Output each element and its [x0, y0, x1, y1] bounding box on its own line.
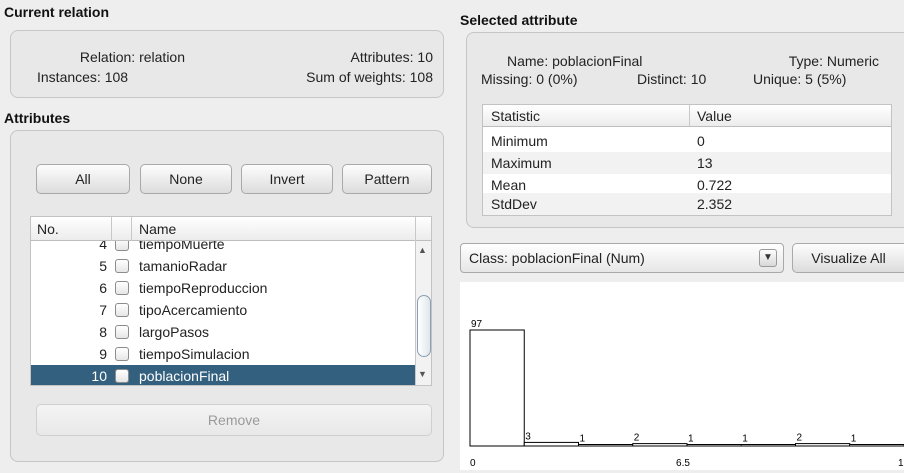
attribute-name-label: Name: — [507, 53, 549, 69]
row-number: 10 — [91, 368, 107, 384]
missing-label: Missing: — [481, 71, 533, 87]
relation-label: Relation: — [79, 49, 136, 65]
missing-value: 0 (0%) — [536, 71, 578, 87]
row-name: tiempoReproduccion — [139, 280, 268, 296]
histogram-axis-label: 0 — [470, 458, 476, 469]
histogram-bar-label: 2 — [634, 433, 640, 444]
row-checkbox[interactable] — [115, 259, 129, 273]
attributes-table: No. Name 4 tiempoMuerte 5 tamanioRadar 6… — [30, 216, 432, 386]
histogram-axis-label: 13 — [898, 458, 904, 469]
stats-header: Statistic Value — [483, 105, 891, 127]
histogram-bar-label: 97 — [471, 319, 483, 330]
attributes-title: Attributes — [4, 110, 71, 126]
sum-weights-label: Sum of weights: — [306, 69, 406, 85]
stat-name: StdDev — [491, 196, 537, 212]
histogram-bar-label: 2 — [797, 433, 803, 444]
row-name: poblacionFinal — [139, 368, 230, 384]
row-name: tiempoSimulacion — [139, 346, 250, 362]
histogram-chart: 97 3 1 2 1 1 2 1 0 6.5 13 — [469, 319, 904, 469]
histogram-bar-label: 1 — [580, 434, 586, 445]
table-row[interactable]: 6 tiempoReproduccion — [31, 277, 431, 299]
row-name: largoPasos — [139, 324, 210, 340]
scrollbar-thumb[interactable] — [417, 295, 431, 357]
row-number: 8 — [99, 324, 107, 340]
class-select[interactable]: Class: poblacionFinal (Num) ▼ — [460, 243, 784, 273]
histogram-bar-label: 1 — [851, 434, 857, 445]
attribute-name-value: poblacionFinal — [552, 53, 643, 69]
stats-row[interactable]: StdDev 2.352 — [483, 193, 891, 215]
histogram-panel: 97 3 1 2 1 1 2 1 0 6.5 13 — [460, 282, 904, 470]
attribute-type-label: Type: — [788, 53, 823, 69]
table-row[interactable]: 7 tipoAcercamiento — [31, 299, 431, 321]
stat-value: 0 — [697, 133, 705, 149]
table-row[interactable]: 8 largoPasos — [31, 321, 431, 343]
histogram-bar-label: 3 — [525, 431, 531, 442]
histogram-axis-label: 6.5 — [676, 458, 690, 469]
stat-value: 2.352 — [697, 196, 733, 212]
attributes-label: Attributes: — [350, 49, 414, 65]
table-row-selected[interactable]: 10 poblacionFinal — [31, 365, 415, 385]
current-relation-title: Current relation — [4, 4, 110, 20]
invert-selection-button[interactable]: Invert — [241, 164, 333, 194]
histogram-bar-label: 1 — [742, 434, 748, 445]
table-row[interactable]: 9 tiempoSimulacion — [31, 343, 431, 365]
table-scrollbar[interactable]: ▲ ▼ — [415, 241, 431, 385]
histogram-bar — [523, 441, 579, 447]
remove-button[interactable]: Remove — [36, 404, 432, 436]
stats-header-statistic[interactable]: Statistic — [491, 105, 540, 127]
distinct-label: Distinct: — [637, 71, 687, 87]
row-checkbox[interactable] — [115, 303, 129, 317]
attributes-value: 10 — [417, 49, 433, 65]
select-none-button[interactable]: None — [140, 164, 232, 194]
relation-value: relation — [139, 49, 185, 65]
histogram-bar — [469, 329, 525, 447]
selected-attribute-title: Selected attribute — [460, 12, 578, 28]
current-relation-panel: Relation: relation Instances: 108 Attrib… — [10, 30, 444, 98]
sum-weights-value: 108 — [409, 69, 433, 85]
visualize-all-button[interactable]: Visualize All — [792, 243, 904, 273]
class-select-value: Class: poblacionFinal (Num) — [469, 250, 645, 266]
unique-label: Unique: — [753, 71, 802, 87]
row-name: tipoAcercamiento — [139, 302, 248, 318]
table-header: No. Name — [31, 217, 431, 241]
statistics-table: Statistic Value Minimum 0 Maximum 13 Mea… — [482, 104, 892, 216]
select-all-button[interactable]: All — [36, 164, 130, 194]
stats-row[interactable]: Minimum 0 — [483, 130, 891, 152]
stats-row[interactable]: Maximum 13 — [483, 152, 891, 174]
stats-header-value[interactable]: Value — [697, 105, 732, 127]
instances-value: 108 — [104, 69, 129, 85]
table-row[interactable]: 5 tamanioRadar — [31, 255, 431, 277]
row-checkbox[interactable] — [115, 369, 129, 383]
pattern-button[interactable]: Pattern — [342, 164, 432, 194]
row-checkbox[interactable] — [115, 325, 129, 339]
unique-value: 5 (5%) — [805, 71, 847, 87]
stat-name: Minimum — [491, 133, 548, 149]
row-number: 9 — [99, 346, 107, 362]
row-number: 5 — [99, 258, 107, 274]
row-number: 6 — [99, 280, 107, 296]
stat-value: 13 — [697, 155, 713, 171]
instances-label: Instances: — [37, 69, 101, 85]
dropdown-arrow-icon[interactable]: ▼ — [759, 249, 777, 267]
distinct-value: 10 — [690, 71, 707, 87]
scroll-down-icon[interactable]: ▼ — [418, 369, 427, 379]
attribute-type-value: Numeric — [826, 53, 879, 69]
row-checkbox[interactable] — [115, 347, 129, 361]
scroll-up-icon[interactable]: ▲ — [418, 245, 427, 255]
column-header-no[interactable]: No. — [37, 217, 59, 239]
histogram-bar-label: 1 — [688, 434, 694, 445]
column-header-name[interactable]: Name — [139, 217, 176, 239]
stat-name: Maximum — [491, 155, 552, 171]
row-number: 7 — [99, 302, 107, 318]
row-checkbox[interactable] — [115, 281, 129, 295]
row-name: tamanioRadar — [139, 258, 227, 274]
